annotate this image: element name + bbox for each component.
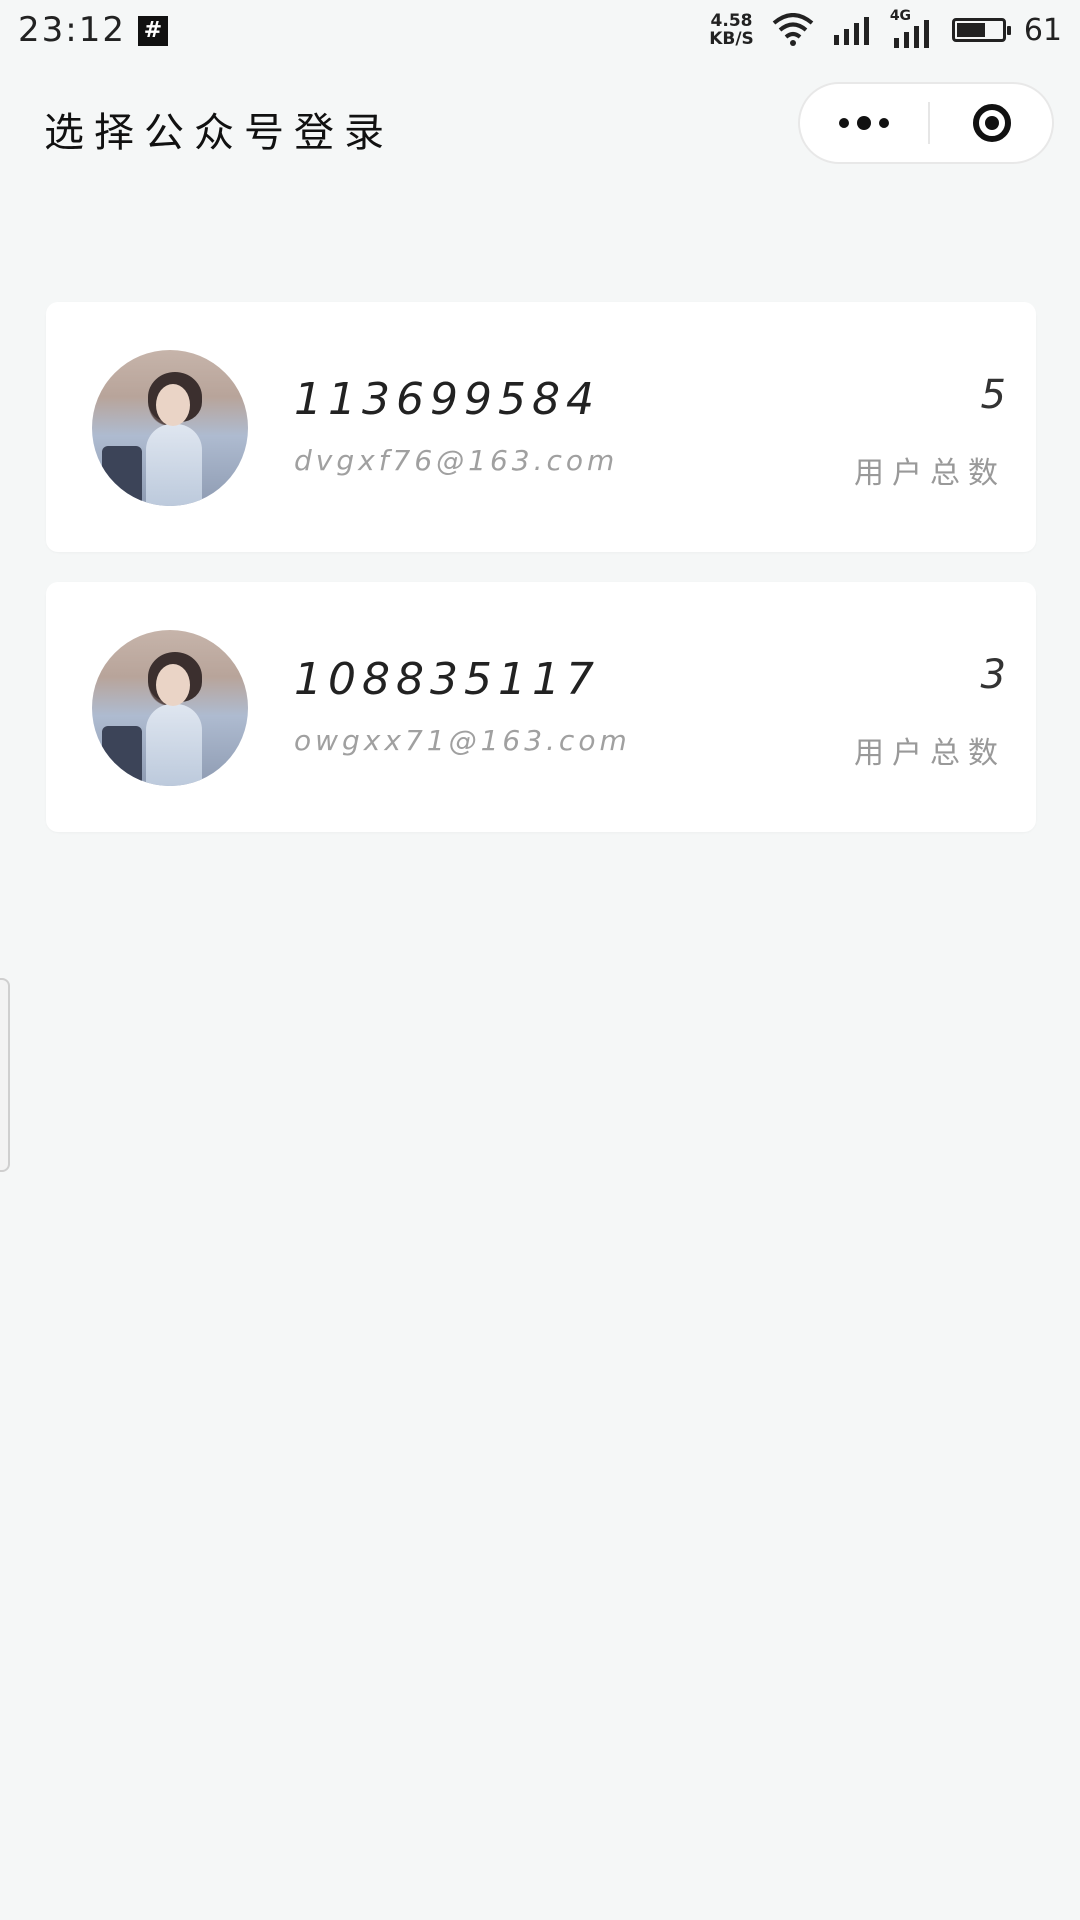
signal-4g-icon: 4G [890, 8, 934, 48]
more-dots-icon [839, 118, 849, 128]
header: 选择公众号登录 [0, 80, 1080, 170]
status-time: 23:12 [18, 10, 126, 50]
status-bar: 23:12 # 4.58 KB/S 4G 61 [0, 0, 1080, 62]
wifi-icon [772, 13, 814, 46]
account-email: dvgxf76@163.com [294, 444, 619, 477]
avatar [92, 350, 248, 506]
capsule-menu [798, 82, 1054, 164]
net-speed: 4.58 KB/S [709, 12, 754, 48]
user-count-label: 用户总数 [854, 736, 1006, 771]
grid-icon: # [138, 16, 168, 46]
account-id: 113699584 [294, 374, 600, 425]
more-dots-icon-right [879, 118, 889, 128]
user-count-label: 用户总数 [854, 456, 1006, 491]
target-close-icon [973, 104, 1011, 142]
battery-level: 61 [1023, 12, 1062, 48]
page-title: 选择公众号登录 [44, 110, 394, 156]
more-button[interactable] [800, 84, 928, 162]
battery-icon [951, 18, 1011, 42]
net-speed-unit: KB/S [709, 29, 754, 49]
user-count: 5 [980, 372, 1006, 418]
net-speed-value: 4.58 [710, 11, 753, 31]
user-count: 3 [980, 652, 1006, 698]
close-button[interactable] [930, 84, 1054, 162]
account-list: 113699584 dvgxf76@163.com 5 用户总数 1088351… [46, 302, 1036, 862]
account-email: owgxx71@163.com [294, 724, 631, 757]
side-drawer-handle[interactable] [0, 978, 10, 1172]
more-dots-icon-center [857, 116, 871, 130]
account-card[interactable]: 108835117 owgxx71@163.com 3 用户总数 [46, 582, 1036, 832]
status-right: 4.58 KB/S 4G 61 [709, 8, 1062, 50]
account-card[interactable]: 113699584 dvgxf76@163.com 5 用户总数 [46, 302, 1036, 552]
signal-icon [833, 17, 869, 45]
avatar [92, 630, 248, 786]
account-id: 108835117 [294, 654, 600, 705]
